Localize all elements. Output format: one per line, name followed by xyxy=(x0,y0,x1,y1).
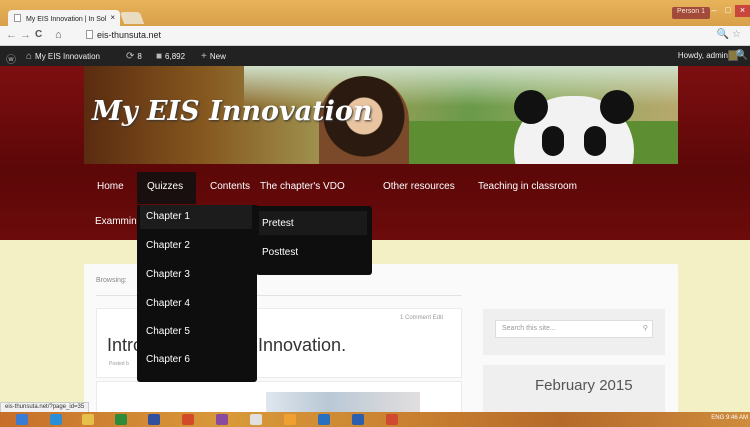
dropdown-item-chapter-6[interactable]: Chapter 6 xyxy=(146,354,190,365)
submenu-item-posttest[interactable]: Posttest xyxy=(262,247,298,258)
home-icon[interactable]: ⌂ xyxy=(55,29,62,41)
chapter-1-submenu: Pretest Posttest xyxy=(256,206,372,275)
nav-contents[interactable]: Contents xyxy=(210,172,250,204)
page-favicon-icon xyxy=(14,14,21,22)
back-icon[interactable]: ← xyxy=(6,29,17,41)
calendar-title: February 2015 xyxy=(535,377,633,394)
system-tray[interactable]: ENG 9:46 AM xyxy=(711,415,748,421)
nav-quizzes[interactable]: Quizzes xyxy=(137,172,196,204)
bookmark-star-icon[interactable]: 🔍☆ xyxy=(717,29,744,40)
comment-icon: ■ xyxy=(156,51,163,62)
app-icon[interactable] xyxy=(148,414,160,425)
new-label: New xyxy=(209,52,226,61)
dropdown-item-chapter-1[interactable]: Chapter 1 xyxy=(140,205,252,229)
post-meta[interactable]: 1 Comment Edit xyxy=(400,315,443,321)
app-icon[interactable] xyxy=(284,414,296,425)
forward-icon[interactable]: → xyxy=(20,29,31,41)
home-icon: ⌂ xyxy=(26,51,33,62)
nav-teaching-in-classroom[interactable]: Teaching in classroom xyxy=(478,172,577,204)
browser-tab-strip: My EIS Innovation | In Sol × Person 1 – … xyxy=(0,0,750,26)
updates-count: 8 xyxy=(137,52,142,61)
tab-title: My EIS Innovation | In Sol xyxy=(25,16,107,23)
comments-count: 6,892 xyxy=(165,52,186,61)
nav-home[interactable]: Home xyxy=(97,172,124,204)
submenu-item-pretest[interactable]: Pretest xyxy=(259,211,367,235)
browser-tab[interactable]: My EIS Innovation | In Sol × xyxy=(8,10,120,26)
new-tab-button[interactable] xyxy=(119,12,145,24)
ie-icon[interactable] xyxy=(50,414,62,425)
nav-examination[interactable]: Exammin xyxy=(95,216,137,227)
excel-icon[interactable] xyxy=(115,414,127,425)
breadcrumb: Browsing: xyxy=(96,277,127,284)
wordpress-logo-icon[interactable]: ⓦ xyxy=(6,51,19,66)
dropdown-item-chapter-3[interactable]: Chapter 3 xyxy=(146,269,190,280)
search-icon[interactable]: ⚲ xyxy=(643,324,648,332)
page-icon xyxy=(86,30,93,39)
onenote-icon[interactable] xyxy=(216,414,228,425)
powerpoint-icon[interactable] xyxy=(386,414,398,425)
folder-icon[interactable] xyxy=(82,414,94,425)
search-placeholder: Search this site... xyxy=(502,325,556,332)
nav-chapters-vdo[interactable]: The chapter's VDO xyxy=(260,172,345,204)
tray-language: ENG xyxy=(711,415,725,421)
comments-link[interactable]: ■ 6,892 xyxy=(156,51,185,62)
dropdown-item-chapter-2[interactable]: Chapter 2 xyxy=(146,240,190,251)
admin-site-name: My EIS Innovation xyxy=(35,52,100,61)
profile-button[interactable]: Person 1 xyxy=(672,7,711,19)
app-icon[interactable] xyxy=(318,414,330,425)
posted-by: Posted b xyxy=(109,361,129,367)
tab-close-icon[interactable]: × xyxy=(110,13,115,22)
nav-other-resources[interactable]: Other resources xyxy=(383,172,455,204)
admin-site-link[interactable]: ⌂ My EIS Innovation xyxy=(26,51,100,62)
maximize-icon[interactable]: □ xyxy=(720,5,736,17)
tray-clock: 9:46 AM xyxy=(725,415,748,421)
admin-search-icon[interactable]: 🔍 xyxy=(736,50,748,61)
panda-image xyxy=(514,90,634,164)
browser-toolbar: ← → C ⌂ eis-thunsuta.net 🔍☆ xyxy=(0,26,750,46)
new-content-link[interactable]: + New xyxy=(201,51,226,62)
url-text: eis-thunsuta.net xyxy=(97,30,162,40)
word-icon[interactable] xyxy=(352,414,364,425)
updates-link[interactable]: ⟳ 8 xyxy=(126,51,142,62)
updates-icon: ⟳ xyxy=(126,51,135,62)
address-bar[interactable]: eis-thunsuta.net xyxy=(82,29,742,43)
chrome-icon[interactable] xyxy=(182,414,194,425)
reload-icon[interactable]: C xyxy=(35,29,42,40)
plus-icon: + xyxy=(201,51,207,62)
dropdown-item-chapter-5[interactable]: Chapter 5 xyxy=(146,326,190,337)
quizzes-dropdown: Chapter 1 Chapter 2 Chapter 3 Chapter 4 … xyxy=(137,205,257,382)
search-input[interactable]: Search this site... ⚲ xyxy=(495,320,653,338)
windows-taskbar: ENG 9:46 AM xyxy=(0,412,750,427)
dropdown-item-chapter-4[interactable]: Chapter 4 xyxy=(146,298,190,309)
close-window-icon[interactable]: × xyxy=(735,5,750,17)
post-title-continued[interactable]: Innovation. xyxy=(258,335,346,356)
start-icon[interactable] xyxy=(16,414,28,425)
site-title[interactable]: My EIS Innovation xyxy=(92,96,373,127)
wp-admin-bar: ⓦ ⌂ My EIS Innovation ⟳ 8 ■ 6,892 + New Howd… xyxy=(0,46,750,66)
media-icon[interactable] xyxy=(250,414,262,425)
howdy-user-link[interactable]: Howdy, admin xyxy=(678,51,728,60)
